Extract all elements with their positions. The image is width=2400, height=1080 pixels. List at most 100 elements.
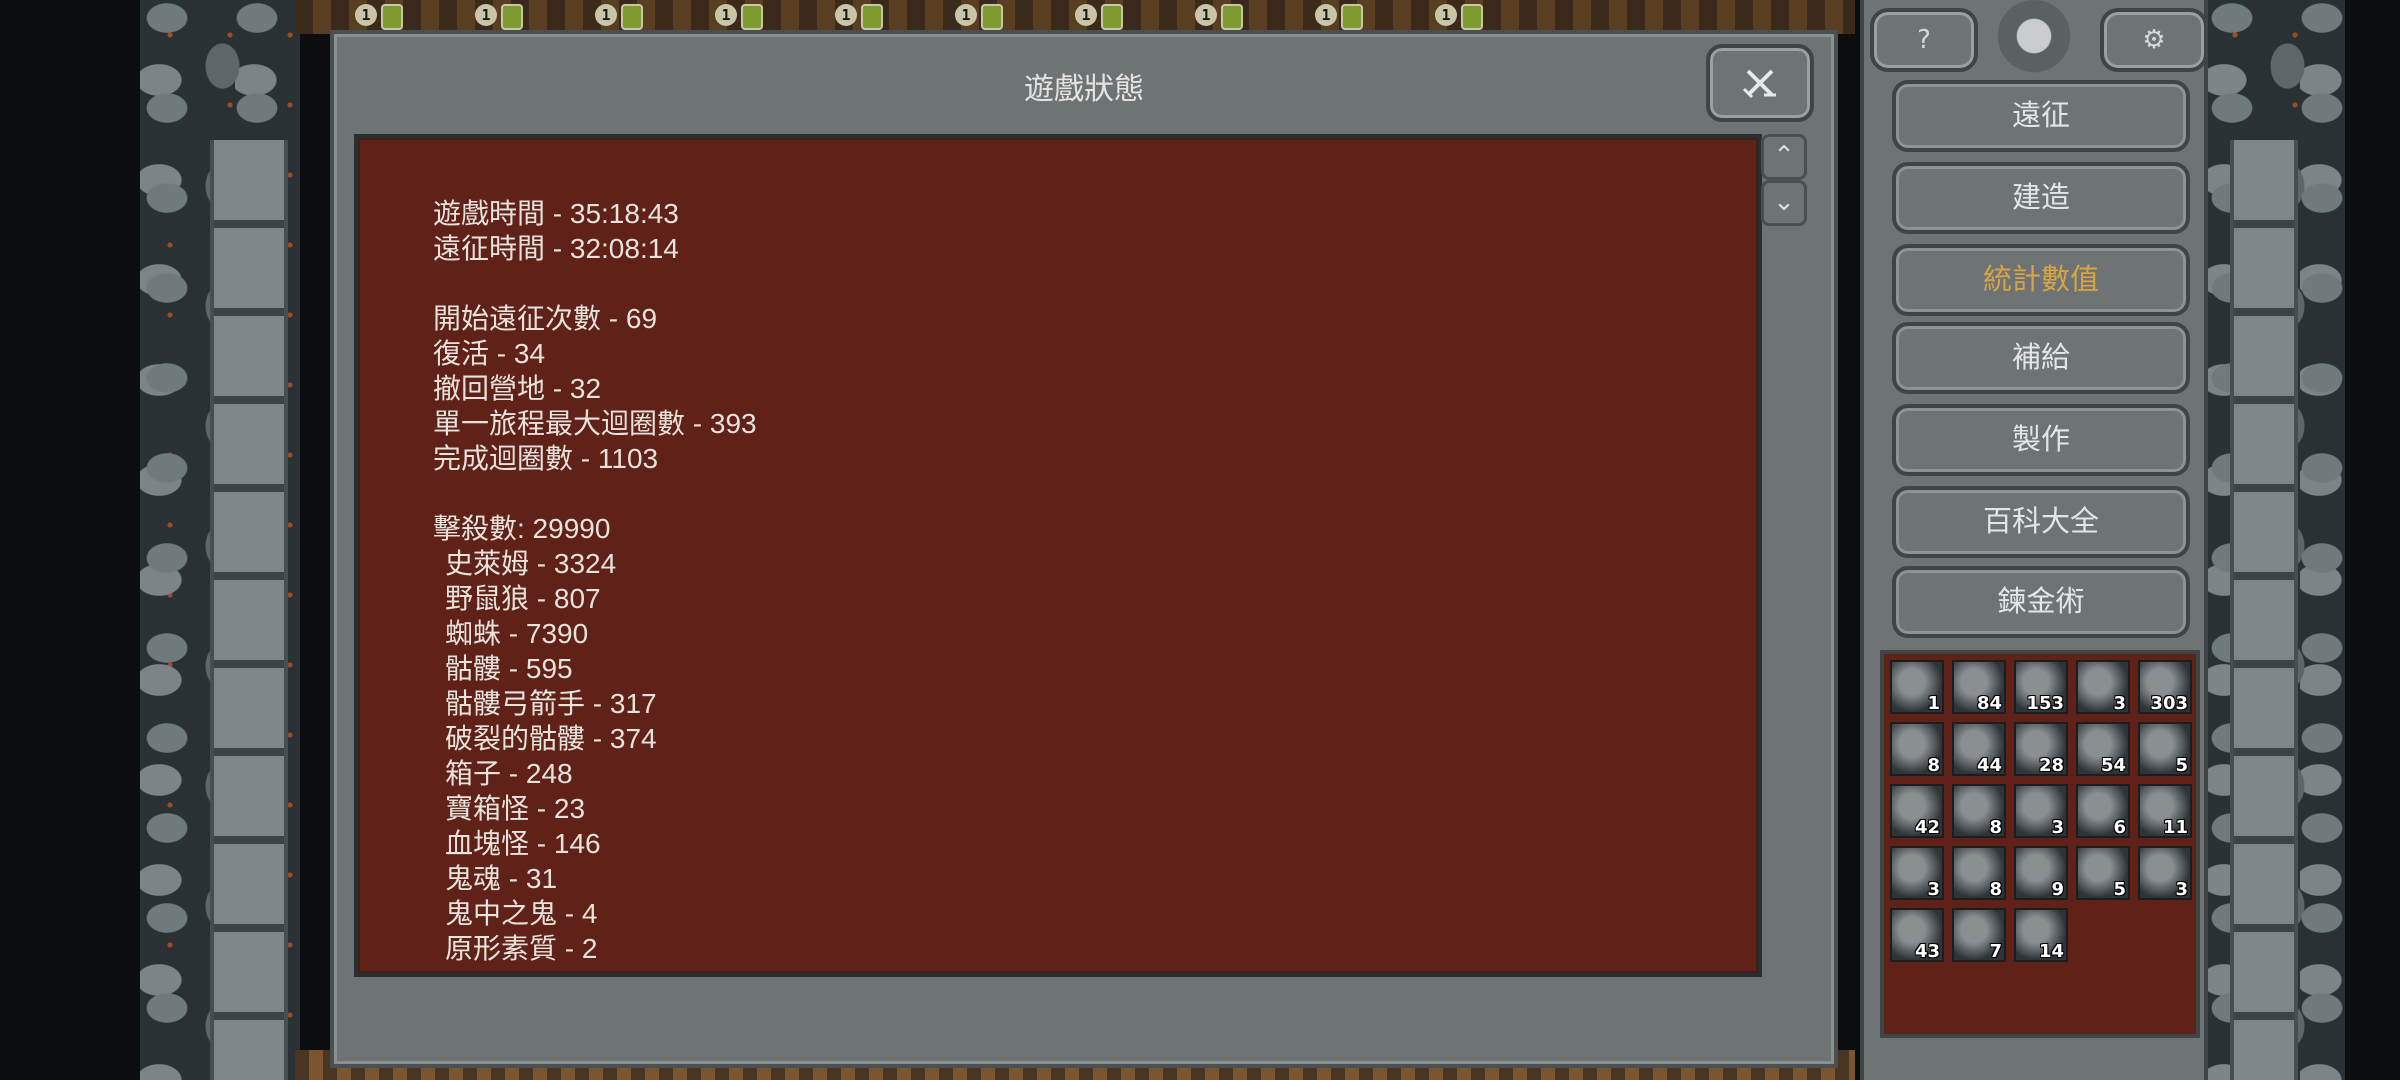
resource-count: 14 — [2038, 941, 2064, 962]
resource-count: 9 — [2051, 879, 2064, 900]
resource-slot[interactable]: 5 — [2076, 846, 2130, 900]
resource-count: 84 — [1976, 693, 2002, 714]
resource-count: 3 — [2113, 693, 2126, 714]
map-tile-level-badge: 1 — [1315, 4, 1337, 26]
resource-count: 28 — [2038, 755, 2064, 776]
chevron-up-icon: ⌃ — [1773, 141, 1795, 171]
menu-statistics-button[interactable]: 統計數值 — [1892, 244, 2190, 316]
menu-crafting-button[interactable]: 製作 — [1892, 404, 2190, 476]
map-tile-level-badge: 1 — [715, 4, 737, 26]
resource-count: 153 — [2026, 693, 2064, 714]
resource-count: 8 — [1927, 755, 1940, 776]
resource-count: 3 — [1927, 879, 1940, 900]
resource-slot[interactable]: 9 — [2014, 846, 2068, 900]
resource-slot[interactable]: 14 — [2014, 908, 2068, 962]
crossed-swords-icon — [1742, 69, 1776, 99]
game-screen: 1111111111 遊戲狀態 遊戲時間 - 35:18:43 遠征時間 - 3… — [0, 0, 2400, 1080]
resource-count: 7 — [1989, 941, 2002, 962]
stat-loops-completed: 完成迴圈數 - 1103 — [433, 443, 659, 474]
kill-entry: 蜘蛛 - 7390 — [445, 618, 589, 649]
kill-entry: 骷髏弓箭手 - 317 — [445, 688, 657, 719]
map-tile-meadow-icon — [1101, 4, 1123, 30]
stat-revives: 復活 - 34 — [433, 338, 546, 369]
resource-count: 54 — [2100, 755, 2126, 776]
resource-inventory: 1 84 153 3 303 8 44 28 54 5 42 8 3 6 11 3 8 9 5 3 43 7 14 — [1880, 650, 2200, 1038]
kill-entry: 鬼魂 - 31 — [445, 863, 558, 894]
stats-content[interactable]: 遊戲時間 - 35:18:43 遠征時間 - 32:08:14 開始遠征次數 -… — [354, 134, 1762, 977]
scroll-up-button[interactable]: ⌃ — [1761, 134, 1807, 180]
kill-entry: 野鼠狼 - 807 — [445, 583, 601, 614]
skull-emblem-icon — [1994, 0, 2074, 80]
menu-encyclopedia-button[interactable]: 百科大全 — [1892, 486, 2190, 558]
resource-slot[interactable]: 5 — [2138, 722, 2192, 776]
map-tile-meadow-icon — [501, 4, 523, 30]
resource-count: 5 — [2113, 879, 2126, 900]
game-stats-dialog: 遊戲狀態 遊戲時間 - 35:18:43 遠征時間 - 32:08:14 開始遠… — [330, 30, 1838, 1068]
stone-pillar-right — [2230, 140, 2298, 1080]
map-tile-meadow-icon — [1341, 4, 1363, 30]
map-tile-meadow-icon — [1461, 4, 1483, 30]
close-button[interactable] — [1706, 44, 1814, 122]
map-tile-meadow-icon — [981, 4, 1003, 30]
menu-supply-button[interactable]: 補給 — [1892, 322, 2190, 394]
resource-slot[interactable]: 44 — [1952, 722, 2006, 776]
resource-slot[interactable]: 8 — [1890, 722, 1944, 776]
resource-slot[interactable]: 42 — [1890, 784, 1944, 838]
stats-list: 遊戲時間 - 35:18:43 遠征時間 - 32:08:14 開始遠征次數 -… — [433, 196, 757, 966]
help-button[interactable]: ? — [1870, 8, 1978, 72]
resource-slot[interactable]: 11 — [2138, 784, 2192, 838]
map-tile-meadow-icon — [861, 4, 883, 30]
resource-slot[interactable]: 54 — [2076, 722, 2130, 776]
resource-slot[interactable]: 7 — [1952, 908, 2006, 962]
resource-slot[interactable]: 6 — [2076, 784, 2130, 838]
scroll-down-button[interactable]: ⌄ — [1761, 180, 1807, 226]
kill-entry: 箱子 - 248 — [445, 758, 573, 789]
resource-count: 11 — [2162, 817, 2188, 838]
resource-slot[interactable]: 3 — [1890, 846, 1944, 900]
settings-button[interactable]: ⚙ — [2100, 8, 2208, 72]
kill-entry: 原形素質 - 2 — [445, 933, 598, 964]
kill-entry: 血塊怪 - 146 — [445, 828, 601, 859]
map-tile-level-badge: 1 — [595, 4, 617, 26]
gear-icon: ⚙ — [2142, 25, 2166, 55]
map-tile-level-badge: 1 — [1075, 4, 1097, 26]
map-tile-meadow-icon — [741, 4, 763, 30]
map-tile-strip: 1 1 1 1 1 1 1 1 1 1 — [295, 0, 1855, 34]
kill-entry: 破裂的骷髏 - 374 — [445, 723, 657, 754]
resource-slot[interactable]: 8 — [1952, 846, 2006, 900]
resource-slot[interactable]: 153 — [2014, 660, 2068, 714]
resource-count: 5 — [2175, 755, 2188, 776]
stat-retreats: 撤回營地 - 32 — [433, 373, 602, 404]
stat-play-time: 遊戲時間 - 35:18:43 — [433, 198, 679, 229]
resource-slot[interactable]: 8 — [1952, 784, 2006, 838]
map-tile-level-badge: 1 — [1195, 4, 1217, 26]
resource-count: 8 — [1989, 817, 2002, 838]
resource-count: 8 — [1989, 879, 2002, 900]
resource-slot[interactable]: 1 — [1890, 660, 1944, 714]
menu-alchemy-button[interactable]: 鍊金術 — [1892, 566, 2190, 638]
stat-max-loops: 單一旅程最大迴圈數 - 393 — [433, 408, 757, 439]
resource-slot[interactable]: 3 — [2138, 846, 2192, 900]
resource-slot[interactable]: 43 — [1890, 908, 1944, 962]
map-tile-level-badge: 1 — [955, 4, 977, 26]
resource-count: 3 — [2051, 817, 2064, 838]
kill-entry: 史萊姆 - 3324 — [445, 548, 617, 579]
resource-count: 1 — [1927, 693, 1940, 714]
resource-count: 6 — [2113, 817, 2126, 838]
dialog-title: 遊戲狀態 — [1024, 72, 1144, 107]
resource-slot[interactable]: 84 — [1952, 660, 2006, 714]
resource-count: 42 — [1914, 817, 1940, 838]
stat-kills-total: 擊殺數: 29990 — [433, 513, 611, 544]
resource-count: 44 — [1976, 755, 2002, 776]
menu-build-button[interactable]: 建造 — [1892, 162, 2190, 234]
resource-count: 43 — [1914, 941, 1940, 962]
map-tile-level-badge: 1 — [835, 4, 857, 26]
kill-entry: 鬼中之鬼 - 4 — [445, 898, 598, 929]
menu-expedition-button[interactable]: 遠征 — [1892, 80, 2190, 152]
map-tile-level-badge: 1 — [1435, 4, 1457, 26]
stats-scrollbar[interactable]: ⌃ ⌄ — [1761, 134, 1807, 969]
resource-slot[interactable]: 3 — [2014, 784, 2068, 838]
resource-slot[interactable]: 28 — [2014, 722, 2068, 776]
resource-slot[interactable]: 3 — [2076, 660, 2130, 714]
resource-slot[interactable]: 303 — [2138, 660, 2192, 714]
